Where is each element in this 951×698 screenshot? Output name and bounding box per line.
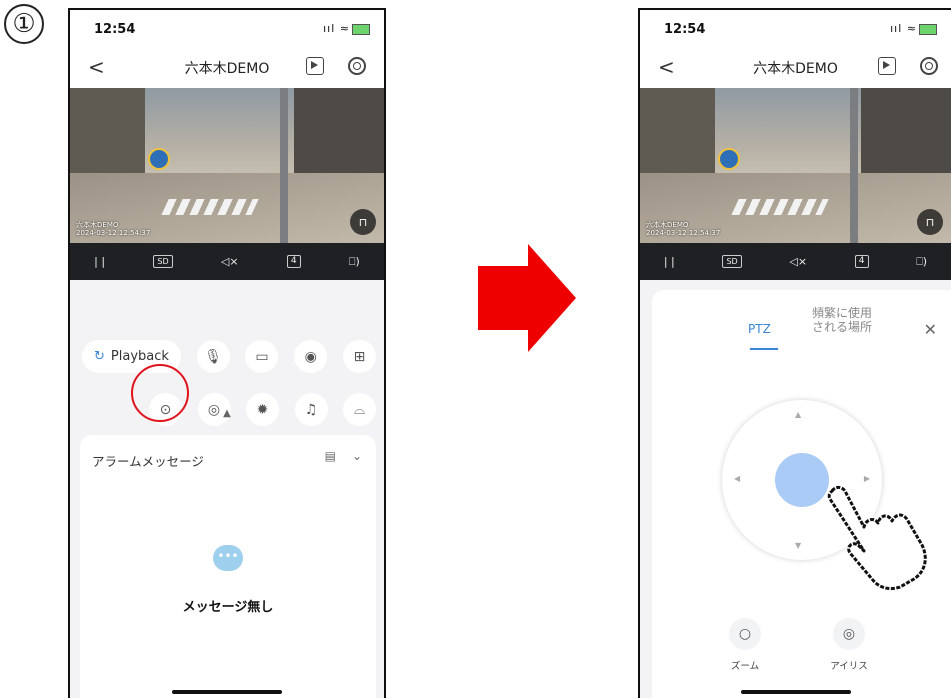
arrow-up-icon[interactable]: ▲ [795,410,801,419]
playback-icon: ↻ [94,349,105,364]
zoom-label: ズーム [730,661,760,672]
control-row-1: ↻ Playback 🎙 ▭ ◉ ⊞ [82,340,376,373]
record-icon[interactable]: ▭ [245,340,279,373]
video-toolbar: | | SD ◁× 4 ⎕) [640,243,951,280]
status-indicators: ııl ≈ [323,22,370,35]
bookmark-icon[interactable]: ⊓ [350,209,376,235]
chevron-down-icon[interactable]: ⌄ [352,449,362,463]
arrow-down-icon[interactable]: ▼ [795,541,801,550]
device-button[interactable]: ⎕) [349,255,360,269]
playlist-icon[interactable] [878,57,896,75]
empty-message-text: メッセージ無し [182,600,274,615]
layout-icon[interactable]: ⊞ [342,340,376,373]
right-arrow-icon [478,244,576,352]
step-number: ① [4,4,44,44]
split-button[interactable]: 4 [286,255,301,268]
bookmark-icon[interactable]: ⊓ [917,209,943,235]
camera-live-view[interactable]: 六本木DEMO 2024-03-12 12:54:37 ⊓ [640,88,951,243]
home-indicator [172,690,282,694]
message-bubble-icon: ••• [213,545,243,571]
phone-screen-right: 12:54 ııl ≈ < 六本木DEMO 六本木DEMO 2024-03-12 … [638,8,951,698]
video-osd: 六本木DEMO 2024-03-12 12:54:37 [646,221,721,237]
tab-ptz[interactable]: PTZ [748,322,771,336]
tab-frequent-locations[interactable]: 頻繁に使用 される場所 [812,306,872,334]
home-indicator [740,690,851,694]
playback-label: Playback [110,349,169,364]
page-title: 六本木DEMO [184,61,270,77]
zoom-button[interactable]: ○ ズーム [720,618,770,672]
ptz-tabs: PTZ 頻繁に使用 される場所 ✕ [652,300,951,350]
settings-icon[interactable] [348,57,366,75]
arrow-right-icon[interactable]: ▶ [864,474,870,483]
status-indicators: ııl ≈ [890,22,937,35]
road-sign [148,148,170,170]
pause-button[interactable]: | | [664,255,675,268]
playlist-icon[interactable] [306,57,324,75]
close-icon[interactable]: ✕ [924,320,937,339]
nav-bar: < 六本木DEMO [70,48,384,88]
tab-underline [750,348,778,350]
settings-icon[interactable] [920,57,938,75]
video-osd: 六本木DEMO 2024-03-12 12:54:37 [76,221,151,237]
joystick-knob[interactable] [775,453,829,507]
status-bar: 12:54 ııl ≈ [640,10,951,48]
status-time: 12:54 [664,22,706,37]
iris-label: アイリス [830,661,868,672]
zoom-icon: ○ [729,618,761,650]
mute-button[interactable]: ◁× [789,255,807,268]
device-button[interactable]: ⎕) [916,255,927,269]
calendar-icon[interactable]: ▤ [325,449,336,463]
page-title: 六本木DEMO [753,61,838,77]
camera-icon[interactable]: ◉ [294,340,328,373]
video-toolbar: | | SD ◁× 4 ⎕) [70,243,384,280]
status-time: 12:54 [94,22,136,37]
mute-button[interactable]: ◁× [221,255,239,268]
status-bar: 12:54 ııl ≈ [70,10,384,48]
iris-icon: ◎ [833,618,865,650]
signal-wifi-icon: ııl ≈ [890,22,917,35]
alarm-message-card: アラームメッセージ ▤ ⌄ ••• メッセージ無し [80,435,376,698]
collapse-chevron-icon[interactable]: ▲ [70,408,384,419]
road-sign [718,148,740,170]
split-button[interactable]: 4 [854,255,869,268]
microphone-icon[interactable]: 🎙 [196,340,230,373]
nav-bar: < 六本木DEMO [640,48,951,88]
arrow-left-icon[interactable]: ◀ [734,474,740,483]
pointing-hand-icon [827,485,927,591]
quality-button[interactable]: SD [722,255,742,268]
battery-icon [919,23,937,35]
camera-live-view[interactable]: 六本木DEMO 2024-03-12 12:54:37 ⊓ [70,88,384,243]
battery-icon [352,23,370,35]
iris-button[interactable]: ◎ アイリス [824,618,874,672]
pause-button[interactable]: | | [94,255,105,268]
alarm-title: アラームメッセージ [92,454,204,469]
ptz-panel: PTZ 頻繁に使用 される場所 ✕ ▲ ▼ ◀ ▶ ○ ズーム ◎ アイリス [652,290,951,698]
quality-button[interactable]: SD [153,255,173,268]
signal-wifi-icon: ııl ≈ [323,22,350,35]
phone-screen-left: 12:54 ııl ≈ < 六本木DEMO 六本木DEMO 2024-03-12 … [68,8,386,698]
